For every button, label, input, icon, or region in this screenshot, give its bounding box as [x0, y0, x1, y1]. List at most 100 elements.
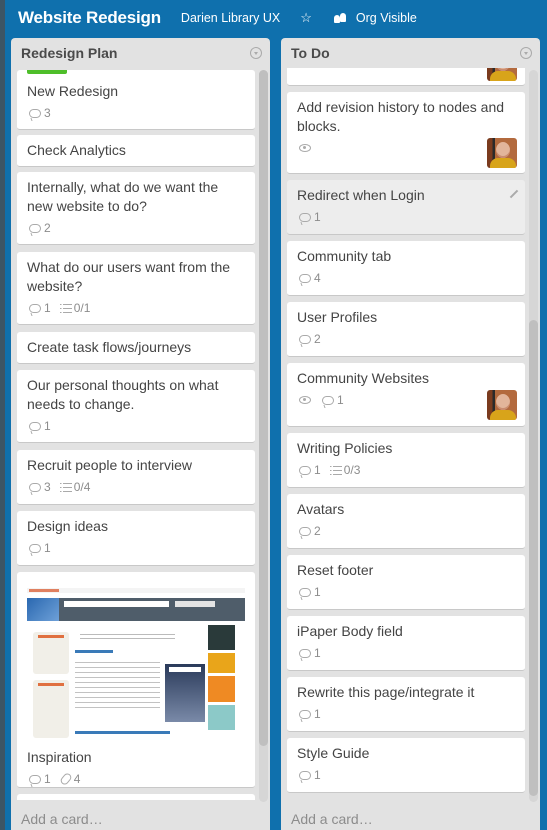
card[interactable]: Internally, what do we want the new webs…	[17, 172, 255, 245]
card[interactable]: User Profiles 2	[287, 302, 525, 357]
watching-badge	[297, 396, 311, 404]
card[interactable]: Reset footer 1	[287, 555, 525, 610]
comment-icon	[299, 648, 311, 658]
card-title: Community Websites	[297, 370, 430, 386]
card[interactable]: Inspiration 1 4	[17, 572, 255, 788]
card[interactable]: Community tab 4	[287, 241, 525, 296]
list-menu-icon[interactable]	[250, 47, 262, 59]
card-title: Writing Policies	[297, 440, 393, 456]
list-title[interactable]: To Do	[291, 45, 330, 61]
comments-badge: 4	[297, 271, 321, 285]
card-title: User Profiles	[297, 309, 378, 325]
add-card-link[interactable]: Add a card…	[21, 811, 103, 827]
member-avatar[interactable]	[487, 68, 517, 81]
card-title: Create task flows/journeys	[27, 339, 192, 355]
checklist-icon	[59, 303, 72, 313]
list-title[interactable]: Redesign Plan	[21, 45, 117, 61]
card[interactable]: Writing Policies 1 0/3	[287, 433, 525, 488]
card-title: What do our users want from the website?	[27, 259, 231, 294]
list-scrollbar[interactable]	[529, 70, 538, 802]
org-members-icon	[333, 13, 348, 23]
checklist-badge: 0/1	[59, 301, 90, 315]
card[interactable]	[287, 68, 525, 86]
card[interactable]: Redirect when Login 1	[287, 180, 525, 235]
list-header: Redesign Plan	[11, 38, 270, 68]
card[interactable]: Add revision history to nodes and blocks…	[287, 92, 525, 174]
green-label	[27, 70, 67, 74]
card[interactable]: Our personal thoughts on what needs to c…	[17, 370, 255, 443]
comment-icon	[29, 421, 41, 431]
checklist-icon	[59, 482, 72, 492]
comment-icon	[29, 482, 41, 492]
visibility-button[interactable]: Org Visible	[333, 11, 417, 25]
card[interactable]: What do our users want from the website?…	[17, 252, 255, 325]
comments-badge: 1	[297, 707, 321, 721]
comments-badge: 1	[27, 301, 51, 315]
list-header: To Do	[281, 38, 540, 68]
card-list: New Redesign 3 Check Analytics Internall…	[17, 68, 255, 800]
paperclip-icon	[58, 771, 73, 787]
card-title: Internally, what do we want the new webs…	[27, 179, 219, 214]
list-scrollbar[interactable]	[259, 70, 268, 802]
comments-badge: 2	[297, 332, 321, 346]
star-icon[interactable]: ☆	[300, 10, 312, 26]
comments-badge: 2	[297, 524, 321, 538]
card[interactable]	[17, 794, 255, 800]
card[interactable]: New Redesign 3	[17, 70, 255, 130]
member-avatar[interactable]	[487, 390, 517, 420]
card-title: Design ideas	[27, 518, 108, 534]
card[interactable]: Style Guide 1	[287, 738, 525, 793]
comments-badge: 1	[297, 768, 321, 782]
comments-badge: 1	[297, 463, 321, 477]
card-title: Redirect when Login	[297, 187, 425, 203]
window-edge	[0, 0, 5, 830]
visibility-label: Org Visible	[355, 11, 417, 25]
comment-icon	[299, 709, 311, 719]
card-title: Community tab	[297, 248, 392, 264]
board-header: Website Redesign Darien Library UX ☆ Org…	[0, 0, 547, 36]
list-redesign-plan: Redesign Plan New Redesign 3 Check Analy…	[11, 38, 270, 830]
comment-icon	[29, 303, 41, 313]
card-title: Check Analytics	[27, 142, 126, 158]
card-list: Add revision history to nodes and blocks…	[287, 68, 525, 800]
card[interactable]: Create task flows/journeys	[17, 332, 255, 364]
comment-icon	[299, 587, 311, 597]
comments-badge: 1	[320, 393, 344, 407]
comment-icon	[299, 465, 311, 475]
card[interactable]: Design ideas 1	[17, 511, 255, 566]
comment-icon	[299, 273, 311, 283]
attachments-badge: 4	[58, 771, 80, 787]
comment-icon	[322, 395, 334, 405]
comments-badge: 1	[27, 772, 51, 786]
member-avatar[interactable]	[487, 138, 517, 168]
comments-badge: 3	[27, 106, 51, 120]
card-title: Our personal thoughts on what needs to c…	[27, 377, 219, 412]
card-title: Style Guide	[297, 745, 370, 761]
list-to-do: To Do Add revision history to nodes and …	[281, 38, 540, 830]
list-menu-icon[interactable]	[520, 47, 532, 59]
organization-link[interactable]: Darien Library UX	[181, 11, 280, 25]
comments-badge: 1	[297, 646, 321, 660]
card-title: Add revision history to nodes and blocks…	[297, 99, 505, 134]
card[interactable]: Rewrite this page/integrate it 1	[287, 677, 525, 732]
card-title: Rewrite this page/integrate it	[297, 684, 475, 700]
checklist-icon	[329, 465, 342, 475]
card-cover-image	[25, 582, 247, 742]
checklist-badge: 0/4	[59, 480, 90, 494]
comments-badge: 2	[27, 221, 51, 235]
board-title[interactable]: Website Redesign	[18, 8, 161, 28]
scrollbar-thumb[interactable]	[259, 70, 268, 746]
comment-icon	[299, 212, 311, 222]
add-card-link[interactable]: Add a card…	[291, 811, 373, 827]
card-title: Recruit people to interview	[27, 457, 192, 473]
card[interactable]: iPaper Body field 1	[287, 616, 525, 671]
card-title: iPaper Body field	[297, 623, 403, 639]
card[interactable]: Avatars 2	[287, 494, 525, 549]
card[interactable]: Recruit people to interview 3 0/4	[17, 450, 255, 505]
scrollbar-thumb[interactable]	[529, 320, 538, 796]
watching-badge	[297, 144, 311, 152]
comment-icon	[299, 526, 311, 536]
card[interactable]: Community Websites 1	[287, 363, 525, 427]
comments-badge: 1	[27, 419, 51, 433]
card[interactable]: Check Analytics	[17, 135, 255, 167]
